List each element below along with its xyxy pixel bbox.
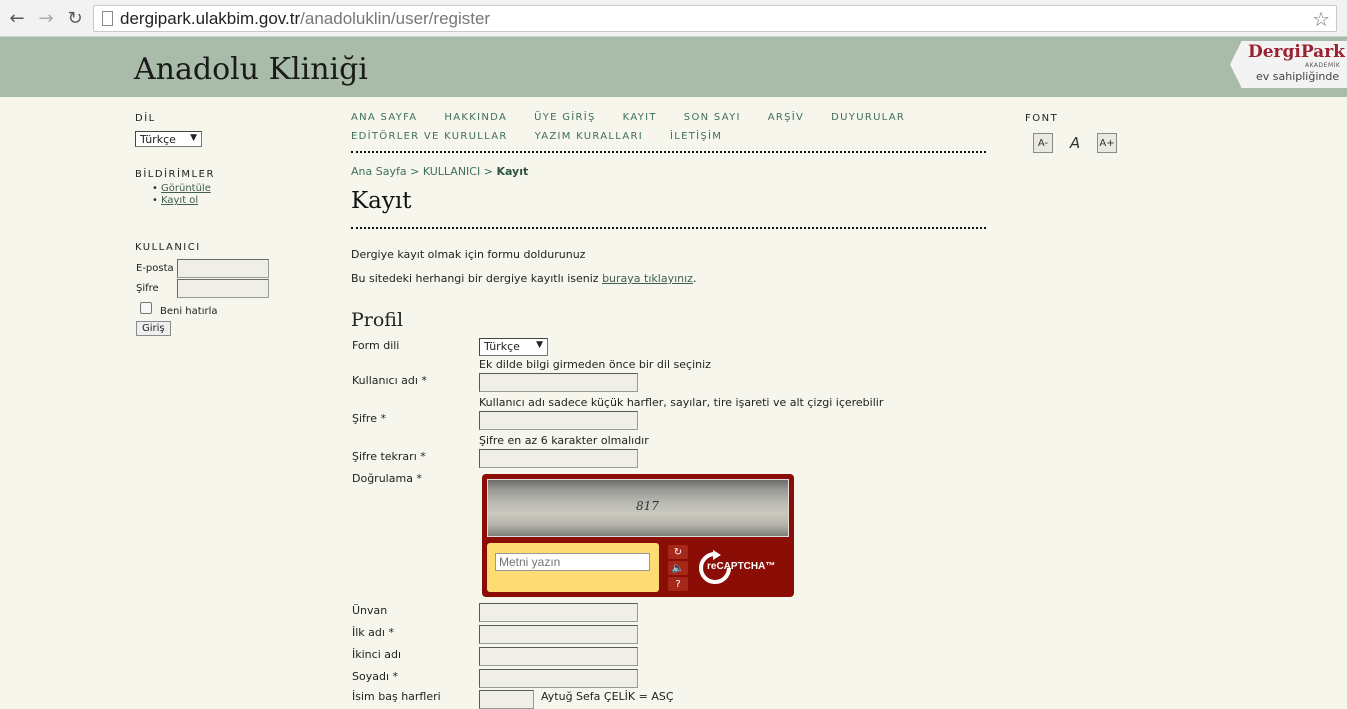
password-repeat-field[interactable] [479,449,638,468]
sidebar-email-field[interactable] [177,259,269,278]
dropdown-arrow-icon: ▼ [536,340,543,350]
password-repeat-label: Şifre tekrarı * [352,450,426,463]
site-banner: Anadolu Kliniği DergiPark AKADEMİK ev sa… [0,37,1347,97]
breadcrumb-separator: > [410,165,420,178]
language-heading: DİL [135,113,156,124]
font-increase-button[interactable]: A+ [1097,133,1117,153]
list-item: Kayıt ol [152,195,211,206]
recaptcha-brand: reCAPTCHA™ [707,561,776,572]
registered-suffix: . [692,272,697,285]
initials-label: İsim baş harfleri [352,690,441,703]
captcha-input[interactable] [495,553,650,571]
font-increase-icon: A+ [1099,137,1115,149]
language-select[interactable]: Türkçe ▼ [135,131,202,147]
breadcrumb-section[interactable]: KULLANICI [423,165,480,178]
registered-notice: Bu sitedeki herhangi bir dergiye kayıtlı… [351,272,696,285]
dergipark-logo[interactable]: DergiPark AKADEMİK ev sahipliğinde [1230,41,1347,88]
audio-icon[interactable]: 🔈 [668,561,688,575]
font-default-icon: A [1069,134,1081,152]
reload-icon[interactable]: ↻ [64,7,86,29]
logo-tagline: ev sahipliğinde [1256,70,1340,83]
refresh-icon[interactable]: ↻ [668,545,688,559]
first-name-label: İlk adı * [352,626,394,639]
user-heading: KULLANICI [135,242,201,253]
breadcrumb-separator: > [483,165,493,178]
font-decrease-button[interactable]: A- [1033,133,1053,153]
logo-name: DergiPark [1248,42,1345,62]
forward-arrow-icon[interactable]: → [35,7,57,29]
nav-divider [351,151,986,153]
password-field[interactable] [479,411,638,430]
journal-title[interactable]: Anadolu Kliniği [134,52,368,87]
nav-contact[interactable]: İLETİŞİM [670,131,722,142]
nav-author-guidelines[interactable]: YAZIM KURALLARI [535,131,643,142]
nav-about[interactable]: HAKKINDA [444,112,507,123]
browser-toolbar: ← → ↻ dergipark.ulakbim.gov.tr/anadolukl… [0,0,1347,37]
main-nav-row-1: ANA SAYFA HAKKINDA ÜYE GİRİŞ KAYIT SON SAYI A… [351,112,932,123]
address-bar[interactable]: dergipark.ulakbim.gov.tr/anadoluklin/use… [93,5,1337,32]
intro-text: Dergiye kayıt olmak için formu doldurunu… [351,248,586,261]
form-language-hint: Ek dilde bilgi girmeden önce bir dil seç… [479,358,711,371]
password-hint: Şifre en az 6 karakter olmalıdır [479,434,649,447]
username-label: Kullanıcı adı * [352,374,427,387]
form-language-value: Türkçe [484,340,520,353]
bookmark-star-icon[interactable]: ☆ [1312,7,1330,31]
notifications-heading: BİLDİRİMLER [135,169,215,180]
nav-login[interactable]: ÜYE GİRİŞ [534,112,596,123]
dropdown-arrow-icon: ▼ [190,133,197,143]
font-default-button[interactable]: A [1065,133,1085,153]
font-heading: FONT [1025,113,1059,124]
breadcrumb-current[interactable]: Kayıt [496,165,528,178]
recaptcha-widget: 817 ↻ 🔈 ? reCAPTCHA™ [482,474,794,597]
sidebar-password-field[interactable] [177,279,269,298]
username-hint: Kullanıcı adı sadece küçük harfler, sayı… [479,396,884,409]
password-label: Şifre [136,283,159,294]
title-field[interactable] [479,603,638,622]
password-field-label: Şifre * [352,412,386,425]
middle-name-field[interactable] [479,647,638,666]
help-icon[interactable]: ? [668,577,688,591]
initials-hint: Aytuğ Sefa ÇELİK = ASÇ [541,690,674,703]
nav-register[interactable]: KAYIT [623,112,657,123]
title-divider [351,227,986,229]
main-nav-row-2: EDİTÖRLER VE KURULLAR YAZIM KURALLARI İLET… [351,131,749,142]
nav-editors[interactable]: EDİTÖRLER VE KURULLAR [351,131,508,142]
list-item: Görüntüle [152,183,211,194]
notifications-register-link[interactable]: Kayıt ol [161,195,198,206]
nav-current-issue[interactable]: SON SAYI [684,112,741,123]
first-name-field[interactable] [479,625,638,644]
login-button[interactable]: Giriş [136,321,171,336]
form-language-select[interactable]: Türkçe ▼ [479,338,548,356]
breadcrumb-home[interactable]: Ana Sayfa [351,165,407,178]
nav-home[interactable]: ANA SAYFA [351,112,417,123]
breadcrumb: Ana Sayfa > KULLANICI > Kayıt [351,165,528,178]
captcha-challenge-text: 817 [636,499,659,513]
last-name-field[interactable] [479,669,638,688]
page-icon [102,11,113,26]
captcha-image: 817 [487,479,789,537]
url-text[interactable]: dergipark.ulakbim.gov.tr/anadoluklin/use… [120,9,490,29]
captcha-input-panel [487,543,659,592]
font-decrease-icon: A- [1037,137,1049,149]
registered-here-link[interactable]: buraya tıklayınız [602,272,693,285]
back-arrow-icon[interactable]: ← [6,7,28,29]
profile-heading: Profil [351,309,404,331]
form-language-label: Form dili [352,339,400,352]
email-label: E-posta [136,263,174,274]
notifications-view-link[interactable]: Görüntüle [161,183,211,194]
username-field[interactable] [479,373,638,392]
remember-me-checkbox[interactable] [140,302,152,314]
verification-label: Doğrulama * [352,472,422,485]
nav-archive[interactable]: ARŞİV [768,112,804,123]
notifications-list: Görüntüle Kayıt ol [152,183,211,207]
logo-sub: AKADEMİK [1305,62,1341,69]
language-select-value: Türkçe [140,133,176,146]
registered-prefix: Bu sitedeki herhangi bir dergiye kayıtlı… [351,272,599,285]
remember-me-label: Beni hatırla [160,306,218,317]
title-field-label: Ünvan [352,604,388,617]
page-title: Kayıt [351,188,412,214]
nav-announcements[interactable]: DUYURULAR [831,112,905,123]
last-name-label: Soyadı * [352,670,398,683]
middle-name-label: İkinci adı [352,648,402,661]
